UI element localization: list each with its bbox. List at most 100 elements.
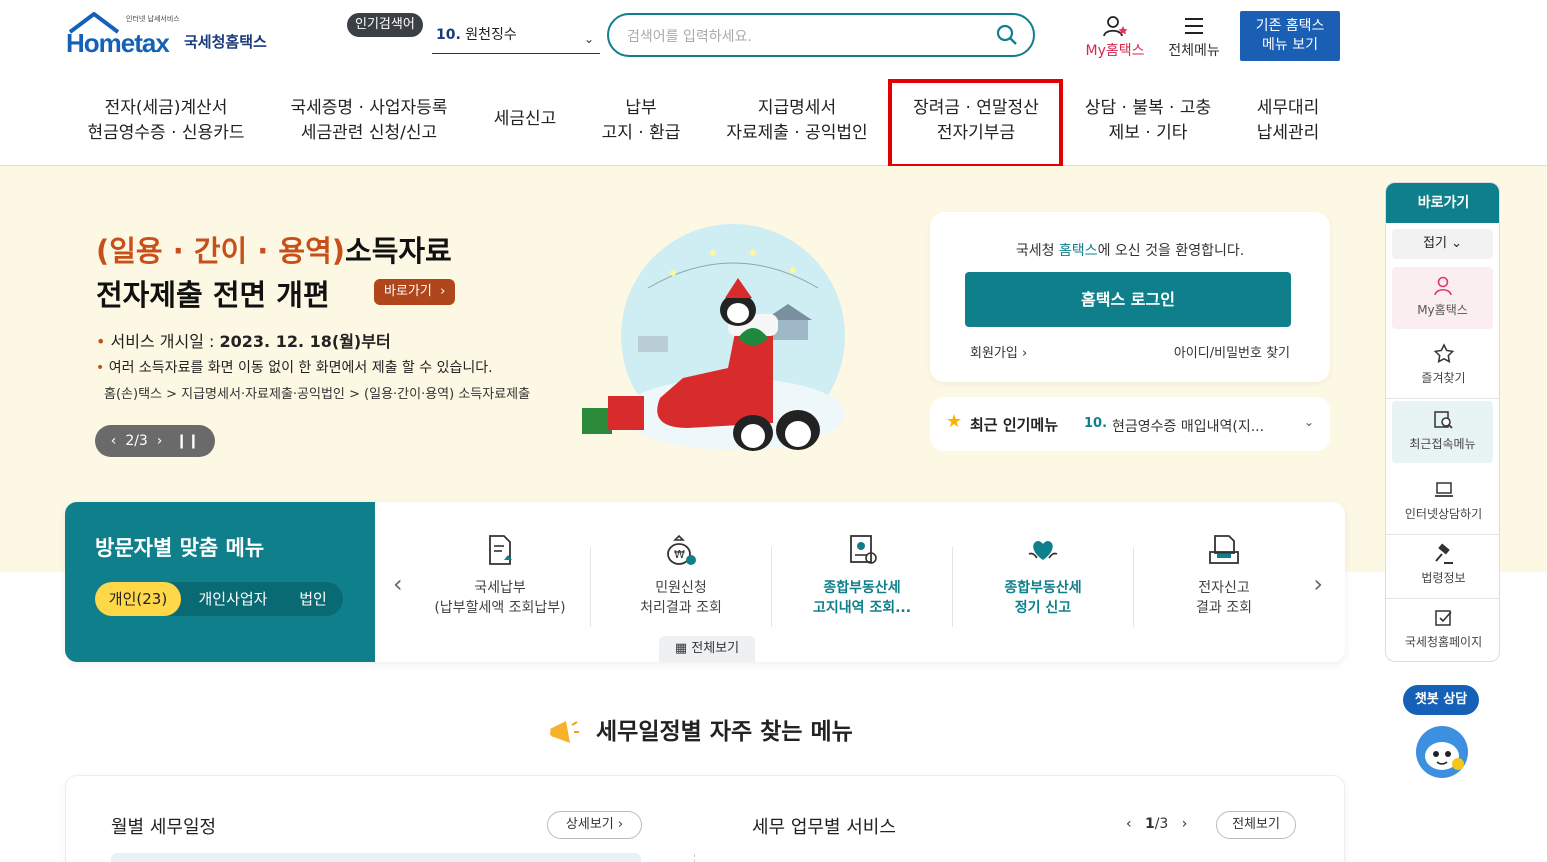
visitor-item-line1: 국세납부 (474, 580, 526, 596)
pause-icon[interactable]: ❙❙ (176, 433, 199, 449)
view-all-button[interactable]: ▦ 전체보기 (659, 636, 755, 662)
hero-bullet-date: • 서비스 개시일 : 2023. 12. 18(월)부터 (96, 332, 391, 351)
quick-menu: 바로가기 접기 ⌄ My홈택스 즐겨찾기 최근접속메뉴 인터넷상담하기 법령정보… (1385, 182, 1500, 662)
logo-tagline: 인터넷 납세서비스 (126, 15, 180, 23)
popular-menu-label: 최근 인기메뉴 (970, 416, 1059, 434)
quick-my-hometax[interactable]: My홈택스 (1392, 267, 1493, 329)
popular-menu-box[interactable]: ★ 최근 인기메뉴 10. 현금영수증 매입내역(지... ⌄ (930, 397, 1330, 451)
quick-item-label: My홈택스 (1417, 303, 1468, 317)
hero-bullet-date-label: 서비스 개시일 : (110, 332, 215, 351)
gnb-item-payment-statement[interactable]: 지급명세서 자료제출 · 공익법인 (722, 96, 872, 146)
detail-view-button[interactable]: 상세보기 › (547, 811, 642, 839)
popular-search-select[interactable]: 10. 원천징수 ⌄ (432, 24, 600, 54)
all-menu-button[interactable]: 전체메뉴 (1162, 14, 1226, 62)
quick-item-label: 법령정보 (1421, 571, 1466, 585)
user-icon (1433, 276, 1452, 296)
laptop-icon (1434, 482, 1453, 497)
chevron-left-icon[interactable]: ‹ (1126, 816, 1132, 832)
svg-text:₩: ₩ (674, 548, 685, 561)
my-hometax-button[interactable]: My홈택스 (1080, 14, 1150, 62)
gnb-item-payment[interactable]: 납부 고지 · 환급 (598, 96, 684, 146)
visitor-tabs: 개인(23) 개인사업자 법인 (95, 582, 343, 616)
highlight-box (888, 79, 1063, 168)
chevron-down-icon[interactable]: ⌄ (1304, 415, 1314, 429)
gnb-item-e-invoice[interactable]: 전자(세금)계산서 현금영수증 · 신용카드 (86, 96, 246, 146)
visitor-item-tax-payment[interactable]: 국세납부 (납부할세액 조회납부) (410, 532, 590, 618)
gnb-item-line1: 세무대리 (1256, 98, 1320, 118)
search-input[interactable]: 검색어를 입력하세요. (607, 13, 1035, 57)
recent-search-icon (1433, 411, 1453, 429)
login-button[interactable]: 홈택스 로그인 (965, 272, 1291, 327)
chatbot-button[interactable]: 챗봇 상담 (1403, 685, 1479, 715)
quick-fold-button[interactable]: 접기 ⌄ (1392, 229, 1493, 259)
gnb-item-tax-report[interactable]: 세금신고 (490, 107, 560, 132)
quick-item-label: 최근접속메뉴 (1409, 437, 1476, 451)
visitor-item-line1: 민원신청 (655, 580, 707, 596)
quick-recent-menu[interactable]: 최근접속메뉴 (1392, 401, 1493, 463)
chevron-right-icon[interactable]: › (157, 433, 163, 449)
megaphone-icon (550, 720, 579, 743)
popular-menu-value[interactable]: 현금영수증 매입내역(지... (1112, 416, 1282, 436)
visitor-item-property-tax-filing[interactable]: 종합부동산세 정기 신고 (953, 532, 1133, 618)
welcome-brand: 홈택스 (1058, 243, 1098, 259)
hero-illustration (582, 224, 845, 451)
gnb-item-tax-agent[interactable]: 세무대리 납세관리 (1250, 96, 1326, 146)
join-link[interactable]: 회원가입 › (970, 342, 1027, 361)
gnb-item-line2: 납세관리 (1256, 123, 1320, 143)
divider (694, 854, 695, 862)
schedule-title-text: 세무일정별 자주 찾는 메뉴 (596, 719, 853, 745)
visitor-item-property-tax-notice[interactable]: 종합부동산세 고지내역 조회... (772, 532, 952, 618)
visitor-item-line2: 정기 신고 (1014, 600, 1072, 616)
hero-go-button[interactable]: 바로가기 › (374, 279, 456, 305)
document-tray-icon (1209, 535, 1239, 564)
hometax-logo[interactable]: 인터넷 납세서비스 Hometax 국세청홈택스 (66, 12, 286, 68)
hero-title-line2: 전자제출 전면 개편 (96, 278, 330, 312)
old-menu-button[interactable]: 기존 홈택스 메뉴 보기 (1240, 11, 1340, 61)
quick-item-label: 인터넷상담하기 (1404, 507, 1483, 521)
chatbot-mascot-icon[interactable] (1412, 720, 1472, 780)
quick-law-info[interactable]: 법령정보 (1386, 535, 1499, 599)
find-id-password-link[interactable]: 아이디/비밀번호 찾기 (1174, 342, 1290, 361)
gnb-item-line2: 세금관련 신청/신고 (300, 123, 438, 143)
gnb-item-consultation[interactable]: 상담 · 불복 · 고충 제보 · 기타 (1080, 96, 1216, 146)
hero-pager[interactable]: ‹ 2/3 › ❙❙ (95, 425, 215, 457)
work-view-all-button[interactable]: 전체보기 (1216, 811, 1296, 839)
tab-corporation[interactable]: 법인 (285, 582, 341, 616)
gnb-item-line1: 납부 (625, 98, 657, 118)
visitor-item-line2: 고지내역 조회... (812, 600, 912, 616)
chevron-right-icon[interactable]: › (1313, 570, 1323, 598)
main-navigation: 전자(세금)계산서 현금영수증 · 신용카드 국세증명 · 사업자등록 세금관련… (0, 80, 1547, 166)
visitor-item-line1: 전자신고 (1198, 580, 1250, 596)
visitor-item-line2: 처리결과 조회 (640, 600, 722, 616)
tab-sole-proprietor[interactable]: 개인사업자 (183, 582, 283, 616)
tab-individual[interactable]: 개인(23) (95, 582, 181, 616)
quick-internet-consult[interactable]: 인터넷상담하기 (1386, 471, 1499, 535)
chevron-left-icon[interactable]: ‹ (111, 433, 117, 449)
chevron-down-icon: ⌄ (583, 32, 594, 46)
work-service-pager: ‹ 1/3 › (1126, 816, 1187, 832)
search-icon[interactable] (995, 23, 1019, 47)
join-label: 회원가입 (970, 346, 1018, 361)
visitor-item-line2: (납부할세액 조회납부) (434, 600, 566, 616)
quick-favorites[interactable]: 즐겨찾기 (1386, 335, 1499, 399)
money-bag-icon: ₩ (667, 534, 696, 565)
document-search-icon (850, 535, 877, 564)
gnb-item-line1: 상담 · 불복 · 고충 (1084, 98, 1212, 118)
my-hometax-label: My홈택스 (1085, 43, 1145, 59)
gnb-item-certificate[interactable]: 국세증명 · 사업자등록 세금관련 신청/신고 (288, 96, 450, 146)
view-all-label: 전체보기 (691, 641, 740, 656)
page-current: 1 (1144, 816, 1155, 832)
visitor-item-e-filing-result[interactable]: 전자신고 결과 조회 (1134, 532, 1314, 618)
hero-bullet-desc: • 여러 소득자료를 화면 이동 없이 한 화면에서 제출 할 수 있습니다. (96, 360, 493, 376)
gnb-item-line2: 현금영수증 · 신용카드 (87, 123, 245, 143)
quick-nts-homepage[interactable]: 국세청홈페이지 (1386, 599, 1499, 661)
chevron-right-icon: › (435, 284, 446, 299)
search-placeholder: 검색어를 입력하세요. (627, 29, 752, 45)
welcome-post: 에 오신 것을 환영합니다. (1097, 243, 1245, 259)
chevron-right-icon[interactable]: › (1182, 816, 1188, 832)
quick-fold-label: 접기 (1423, 236, 1447, 251)
logo-korean: 국세청홈택스 (184, 33, 267, 51)
welcome-pre: 국세청 (1015, 243, 1059, 259)
chevron-left-icon[interactable]: ‹ (393, 570, 403, 598)
visitor-item-civil-petition[interactable]: ₩ 민원신청 처리결과 조회 (591, 532, 771, 618)
